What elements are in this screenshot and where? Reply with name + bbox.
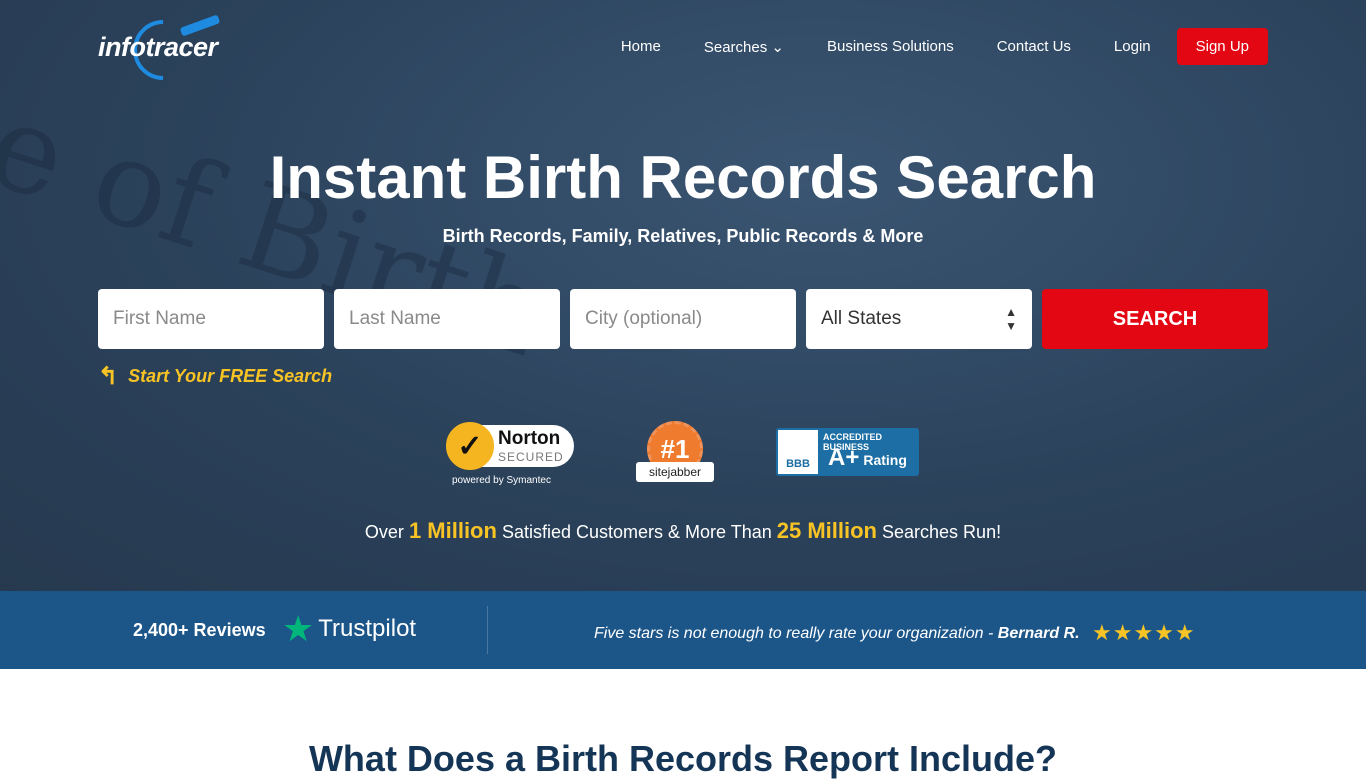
bbb-rating: Rating — [863, 452, 907, 468]
navbar: infotracer Home Searches ⌄ Business Solu… — [0, 0, 1366, 95]
trust-badges: ✓ Norton SECURED powered by Symantec #1 … — [446, 415, 926, 490]
chevron-down-icon: ⌄ — [771, 38, 784, 56]
divider — [487, 606, 488, 654]
trustpilot-name: Trustpilot — [318, 615, 417, 642]
state-select[interactable]: All States ▲ ▼ — [806, 289, 1032, 349]
bbb-label: BBB — [778, 430, 818, 474]
nav-searches-label: Searches — [703, 38, 768, 56]
reviews-band: 2,400+ Reviews ★ Trustpilot Five stars is… — [0, 591, 1366, 669]
free-search-label: Start Your FREE Search — [128, 366, 333, 386]
hero: e of Birth infotracer Home Searches ⌄ Bu… — [0, 0, 1366, 591]
sitejabber-badge: #1 sitejabber — [635, 415, 715, 490]
logo[interactable]: infotracer — [98, 7, 263, 93]
stats-mid: Satisfied Customers & More Than — [501, 522, 772, 542]
sitejabber-name: sitejabber — [636, 462, 714, 482]
quote-author: Bernard R. — [997, 625, 1080, 642]
stats-line: Over 1 Million Satisfied Customers & Mor… — [0, 518, 1366, 544]
trustpilot-star-icon: ★ — [282, 608, 315, 649]
stats-searches: 25 Million — [776, 518, 877, 543]
norton-badge: ✓ Norton SECURED powered by Symantec — [446, 415, 576, 490]
review-quote: Five stars is not enough to really rate … — [594, 620, 1196, 646]
stats-post: Searches Run! — [882, 522, 1002, 542]
select-arrows-icon: ▲ ▼ — [1005, 305, 1017, 333]
bbb-grade: A+ — [828, 444, 860, 471]
first-name-input[interactable] — [98, 289, 324, 349]
checkmark-icon: ✓ — [446, 422, 494, 470]
nav-searches[interactable]: Searches ⌄ — [704, 38, 784, 56]
review-count: 2,400+ Reviews — [133, 620, 266, 640]
last-name-input[interactable] — [334, 289, 560, 349]
section-heading: What Does a Birth Records Report Include… — [308, 738, 1058, 779]
trustpilot-logo[interactable]: ★ Trustpilot — [282, 607, 416, 651]
logo-text: infotracer — [98, 32, 218, 62]
rating-stars-icon: ★★★★★ — [1092, 620, 1196, 645]
nav-login[interactable]: Login — [1114, 38, 1151, 55]
state-select-value: All States — [821, 308, 902, 329]
nav-contact-us[interactable]: Contact Us — [997, 38, 1071, 55]
city-input[interactable] — [570, 289, 796, 349]
stats-customers: 1 Million — [408, 518, 497, 543]
quote-text: Five stars is not enough to really rate … — [594, 625, 994, 642]
page-subtitle: Birth Records, Family, Relatives, Public… — [442, 226, 924, 246]
signup-button[interactable]: Sign Up — [1176, 28, 1268, 65]
norton-powered: powered by Symantec — [452, 475, 551, 486]
free-search-hint: ↰ Start Your FREE Search — [98, 362, 332, 391]
search-form: All States ▲▼ SEARCH — [98, 289, 1268, 349]
nav-business-solutions[interactable]: Business Solutions — [827, 38, 954, 55]
norton-name: Norton — [498, 428, 561, 449]
main-menu: Home Searches ⌄ Business Solutions Conta… — [578, 28, 1268, 65]
search-button[interactable]: SEARCH — [1042, 289, 1268, 349]
nav-home[interactable]: Home — [621, 38, 661, 55]
bbb-badge: BBB ACCREDITED BUSINESS A+ Rating — [776, 428, 919, 476]
page-title: Instant Birth Records Search — [269, 144, 1097, 211]
norton-secured: SECURED — [498, 450, 564, 464]
arrow-up-icon: ↰ — [98, 363, 119, 390]
stats-pre: Over — [364, 522, 404, 542]
